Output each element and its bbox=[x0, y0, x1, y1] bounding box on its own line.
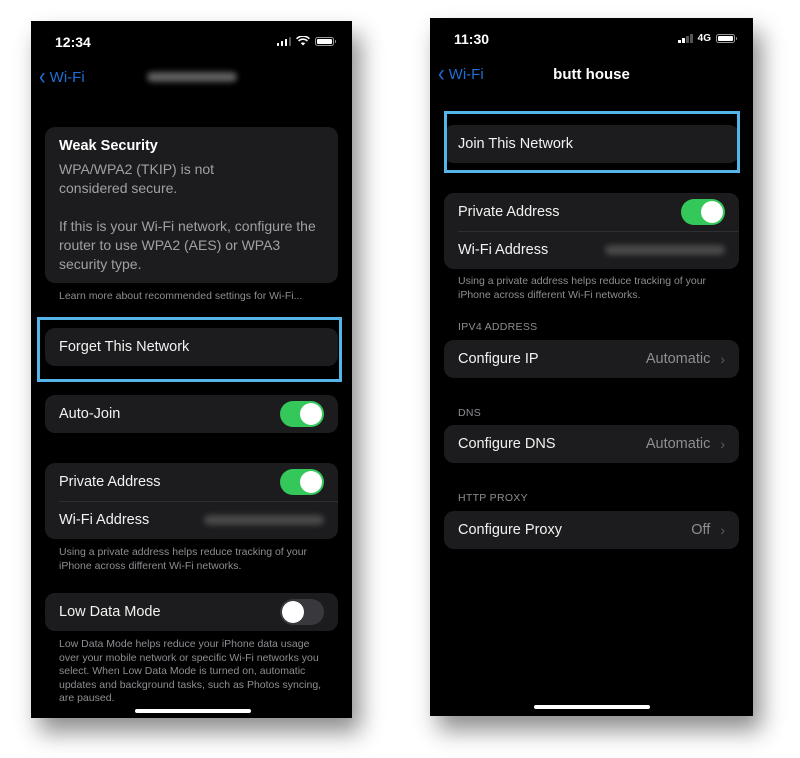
blurred-network-name bbox=[146, 72, 237, 82]
auto-join-card: Auto-Join bbox=[45, 395, 338, 433]
low-data-mode-card: Low Data Mode bbox=[45, 593, 338, 631]
proxy-section-header: HTTP PROXY bbox=[458, 492, 528, 504]
private-address-row: Private Address bbox=[45, 463, 338, 501]
cellular-signal-icon bbox=[678, 34, 693, 43]
private-address-row: Private Address bbox=[444, 193, 739, 231]
private-address-note: Using a private address helps reduce tra… bbox=[458, 275, 707, 301]
low-data-mode-label: Low Data Mode bbox=[59, 604, 161, 620]
private-address-card: Private Address Wi-Fi Address bbox=[45, 463, 338, 539]
private-address-card: Private Address Wi-Fi Address bbox=[444, 193, 739, 269]
configure-proxy-label: Configure Proxy bbox=[458, 522, 562, 538]
wifi-address-label: Wi-Fi Address bbox=[59, 512, 150, 528]
private-address-toggle[interactable] bbox=[280, 469, 324, 495]
battery-icon bbox=[716, 34, 737, 43]
proxy-card: Configure Proxy Off › bbox=[444, 511, 739, 549]
wifi-address-value bbox=[204, 515, 324, 525]
auto-join-row: Auto-Join bbox=[45, 395, 338, 433]
chevron-right-icon: › bbox=[720, 522, 725, 538]
wifi-address-row: Wi-Fi Address bbox=[444, 231, 739, 269]
low-data-mode-row: Low Data Mode bbox=[45, 593, 338, 631]
nav-bar: ‹ Wi-Fi butt house bbox=[430, 62, 753, 86]
auto-join-label: Auto-Join bbox=[59, 406, 121, 422]
private-address-label: Private Address bbox=[458, 204, 560, 220]
network-name-title bbox=[31, 69, 352, 86]
battery-icon bbox=[315, 36, 336, 46]
dns-card: Configure DNS Automatic › bbox=[444, 425, 739, 463]
wifi-icon bbox=[296, 36, 310, 46]
configure-dns-label: Configure DNS bbox=[458, 436, 556, 452]
learn-more-link[interactable]: Learn more about recommended settings fo… bbox=[59, 290, 309, 304]
configure-dns-row[interactable]: Configure DNS Automatic › bbox=[444, 425, 739, 463]
auto-join-toggle[interactable] bbox=[280, 401, 324, 427]
configure-dns-value: Automatic bbox=[645, 436, 711, 452]
status-time: 12:34 bbox=[55, 34, 91, 50]
weak-security-title: Weak Security bbox=[59, 138, 158, 154]
weak-security-card: Weak Security WPA/WPA2 (TKIP) is not con… bbox=[45, 127, 338, 283]
home-indicator[interactable] bbox=[534, 705, 650, 709]
wifi-address-value bbox=[605, 245, 725, 255]
configure-proxy-row[interactable]: Configure Proxy Off › bbox=[444, 511, 739, 549]
private-address-toggle[interactable] bbox=[681, 199, 725, 225]
nav-bar: ‹ Wi-Fi bbox=[31, 65, 352, 89]
weak-security-message: WPA/WPA2 (TKIP) is not considered secure… bbox=[59, 161, 215, 196]
phone-screen-left: 12:34 ‹ Wi-Fi Weak Security WPA/WPA2 (TK… bbox=[31, 21, 352, 718]
configure-proxy-value: Off bbox=[691, 522, 711, 538]
private-address-label: Private Address bbox=[59, 474, 161, 490]
home-indicator[interactable] bbox=[135, 709, 251, 713]
network-name-title: butt house bbox=[553, 66, 630, 83]
chevron-right-icon: › bbox=[720, 436, 725, 452]
network-type-label: 4G bbox=[697, 33, 711, 44]
weak-security-advice: If this is your Wi-Fi network, configure… bbox=[59, 218, 316, 272]
chevron-right-icon: › bbox=[720, 351, 725, 367]
phone-screen-right: 11:30 4G ‹ Wi-Fi butt house Join This Ne… bbox=[430, 18, 753, 716]
low-data-mode-toggle[interactable] bbox=[280, 599, 324, 625]
configure-ip-label: Configure IP bbox=[458, 351, 539, 367]
status-time: 11:30 bbox=[454, 31, 490, 47]
dns-section-header: DNS bbox=[458, 407, 482, 419]
ipv4-section-header: IPV4 ADDRESS bbox=[458, 321, 538, 333]
cellular-signal-icon bbox=[276, 36, 291, 46]
highlight-box bbox=[444, 111, 740, 173]
status-icons: 4G bbox=[678, 33, 737, 44]
wifi-address-row: Wi-Fi Address bbox=[45, 501, 338, 539]
status-icons bbox=[276, 36, 336, 46]
private-address-note: Using a private address helps reduce tra… bbox=[59, 546, 308, 572]
ipv4-card: Configure IP Automatic › bbox=[444, 340, 739, 378]
configure-ip-value: Automatic bbox=[645, 351, 711, 367]
low-data-mode-note: Low Data Mode helps reduce your iPhone d… bbox=[59, 638, 322, 704]
wifi-address-label: Wi-Fi Address bbox=[458, 242, 549, 258]
highlight-box bbox=[37, 317, 342, 382]
configure-ip-row[interactable]: Configure IP Automatic › bbox=[444, 340, 739, 378]
